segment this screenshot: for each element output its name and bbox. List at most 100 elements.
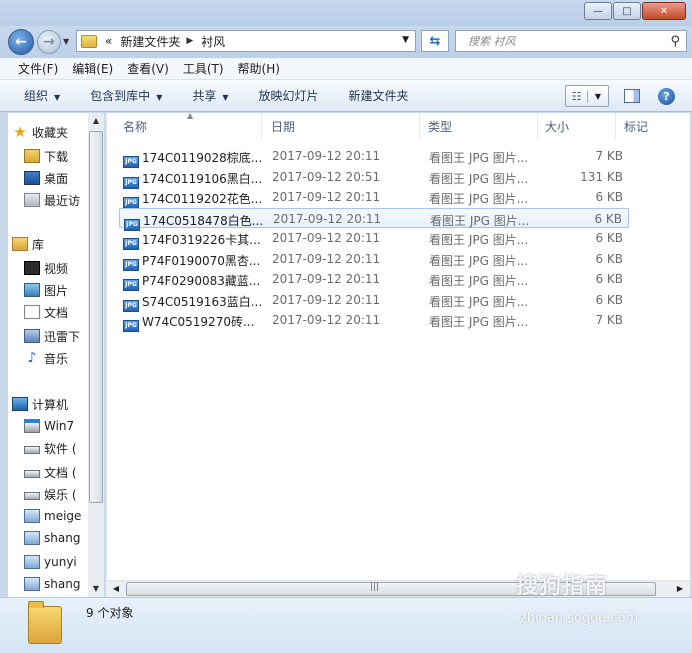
nav-documents[interactable]: 文档: [24, 302, 68, 322]
column-header-type[interactable]: 类型: [420, 113, 538, 139]
menu-view[interactable]: 查看(V): [127, 60, 169, 77]
slideshow-button[interactable]: 放映幻灯片: [259, 87, 319, 104]
menu-tools[interactable]: 工具(T): [183, 60, 224, 77]
address-dropdown-icon[interactable]: ▼: [402, 35, 409, 45]
scroll-up-icon[interactable]: ▲: [88, 113, 104, 129]
file-row[interactable]: JPG P74F0190070黑杏... 2017-09-12 20:11 看图王 J…: [119, 249, 629, 271]
recent-places-icon: [24, 193, 40, 207]
column-label: 名称: [123, 119, 148, 134]
close-button[interactable]: ✕: [642, 2, 686, 20]
refresh-button[interactable]: ⇆: [421, 30, 449, 52]
breadcrumb-chevron-icon[interactable]: ▶: [186, 36, 193, 46]
navigation-scrollbar[interactable]: ▲ ▼: [88, 113, 104, 597]
column-header-size[interactable]: 大小: [538, 113, 616, 139]
nav-downloads[interactable]: 下载: [24, 146, 68, 166]
documents-icon: [24, 305, 40, 319]
chevron-down-icon: ▼: [156, 93, 163, 102]
column-header-tags[interactable]: 标记: [616, 113, 691, 139]
file-name[interactable]: JPG S74C0519163蓝白...: [123, 293, 262, 312]
file-name-text: W74C0519270砖...: [142, 315, 255, 329]
back-button[interactable]: ←: [8, 29, 34, 55]
nav-label: 计算机: [32, 397, 69, 412]
nav-xunlei[interactable]: 迅雷下: [24, 326, 80, 346]
sort-ascending-icon: ▲: [187, 111, 194, 120]
share-button[interactable]: 共享 ▼: [192, 87, 228, 104]
computer-icon: [12, 397, 28, 411]
new-folder-button[interactable]: 新建文件夹: [349, 87, 409, 104]
file-name[interactable]: JPG W74C0519270砖...: [123, 313, 254, 332]
scroll-down-icon[interactable]: ▼: [88, 581, 104, 597]
file-type: 看图王 JPG 图片...: [429, 274, 529, 288]
nav-network-drive[interactable]: yunyi: [24, 552, 77, 572]
nav-drive-win7[interactable]: Win7: [24, 416, 74, 436]
file-row[interactable]: JPG 174C0119028棕底... 2017-09-12 20:11 看图王 J…: [119, 146, 629, 168]
nav-libraries[interactable]: 库: [12, 234, 44, 254]
menu-edit[interactable]: 编辑(E): [72, 60, 113, 77]
file-row[interactable]: JPG 174F0319226卡其... 2017-09-12 20:11 看图王 J…: [119, 228, 629, 250]
nav-label: 文档: [44, 305, 69, 320]
column-header-date[interactable]: 日期: [262, 113, 420, 139]
file-date: 2017-09-12 20:11: [273, 211, 382, 226]
file-name[interactable]: JPG 174C0119106黑白...: [123, 170, 262, 189]
include-in-library-button[interactable]: 包含到库中 ▼: [90, 87, 162, 104]
file-name-text: S74C0519163蓝白...: [142, 294, 263, 309]
title-bar: — □ ✕: [0, 0, 692, 26]
file-name[interactable]: JPG P74F0190070黑杏...: [123, 252, 260, 271]
share-label: 共享: [192, 89, 217, 103]
network-drive-icon: [24, 509, 40, 523]
file-date: 2017-09-12 20:11: [272, 292, 381, 307]
nav-desktop[interactable]: 桌面: [24, 168, 68, 188]
search-box[interactable]: ⚲: [455, 30, 687, 52]
file-row[interactable]: JPG 174C0119106黑白... 2017-09-12 20:51 看图王 J…: [119, 167, 629, 189]
nav-music[interactable]: ♪ 音乐: [24, 348, 68, 368]
include-label: 包含到库中: [90, 89, 151, 103]
menu-help[interactable]: 帮助(H): [238, 60, 280, 77]
breadcrumb-item[interactable]: 新建文件夹: [120, 33, 180, 50]
search-input[interactable]: [468, 34, 658, 48]
maximize-button[interactable]: □: [613, 2, 641, 20]
nav-network-drive[interactable]: meige: [24, 506, 81, 526]
breadcrumb-overflow[interactable]: «: [105, 34, 112, 48]
address-row: ← → ▼ « 新建文件夹 ▶ 衬风 ▼ ⇆ ⚲: [0, 26, 692, 58]
file-row[interactable]: JPG S74C0519163蓝白... 2017-09-12 20:11 看图王 J…: [119, 290, 629, 312]
file-row[interactable]: JPG W74C0519270砖... 2017-09-12 20:11 看图王 JP…: [119, 310, 629, 332]
nav-drive-entertainment[interactable]: 娱乐 (: [24, 484, 77, 504]
nav-drive-docs[interactable]: 文档 (: [24, 462, 77, 482]
nav-drive-software[interactable]: 软件 (: [24, 438, 77, 458]
nav-network-drive[interactable]: shang: [24, 528, 80, 548]
file-name[interactable]: JPG P74F0290083藏蓝...: [123, 272, 260, 291]
file-type: 看图王 JPG 图片...: [429, 315, 529, 329]
nav-label: Win7: [44, 419, 75, 433]
forward-button[interactable]: →: [37, 30, 61, 54]
nav-computer[interactable]: 计算机: [12, 394, 68, 414]
recent-pages-dropdown[interactable]: ▼: [63, 37, 69, 46]
nav-favorites[interactable]: ★ 收藏夹: [12, 122, 68, 142]
breadcrumb-item[interactable]: 衬风: [201, 33, 225, 50]
change-view-button[interactable]: ☷ ▼: [565, 85, 609, 107]
file-row[interactable]: JPG 174C0119202花色... 2017-09-12 20:11 看图王 J…: [119, 187, 629, 209]
file-name[interactable]: JPG 174C0119202花色...: [123, 190, 262, 209]
scroll-left-icon[interactable]: ◀: [108, 581, 124, 597]
minimize-button[interactable]: —: [584, 2, 612, 20]
organize-button[interactable]: 组织 ▼: [24, 87, 60, 104]
nav-videos[interactable]: 视频: [24, 258, 68, 278]
file-name[interactable]: JPG 174F0319226卡其...: [123, 231, 261, 250]
file-row[interactable]: JPG 174C0518478白色... 2017-09-12 20:11 看图王 J…: [119, 207, 629, 231]
nav-recent[interactable]: 最近访: [24, 190, 80, 210]
file-size: 6 KB: [595, 231, 623, 245]
file-name[interactable]: JPG 174C0119028棕底...: [123, 149, 262, 168]
nav-pictures[interactable]: 图片: [24, 280, 68, 300]
file-type: 看图王 JPG 图片...: [429, 151, 529, 165]
address-bar[interactable]: « 新建文件夹 ▶ 衬风 ▼: [76, 30, 416, 52]
file-type: 看图王 JPG 图片...: [429, 171, 529, 186]
search-icon[interactable]: ⚲: [670, 34, 680, 49]
file-row[interactable]: JPG P74F0290083藏蓝... 2017-09-12 20:11 看图王 J…: [119, 269, 629, 291]
nav-network-drive[interactable]: shang: [24, 574, 80, 594]
preview-pane-icon[interactable]: [624, 89, 640, 103]
column-header-name[interactable]: ▲ 名称: [107, 111, 262, 139]
scroll-right-icon[interactable]: ▶: [672, 581, 688, 597]
scrollbar-thumb[interactable]: [89, 131, 103, 503]
chevron-down-icon: ▼: [594, 91, 602, 101]
menu-file[interactable]: 文件(F): [18, 60, 58, 77]
help-icon[interactable]: ?: [658, 88, 675, 105]
